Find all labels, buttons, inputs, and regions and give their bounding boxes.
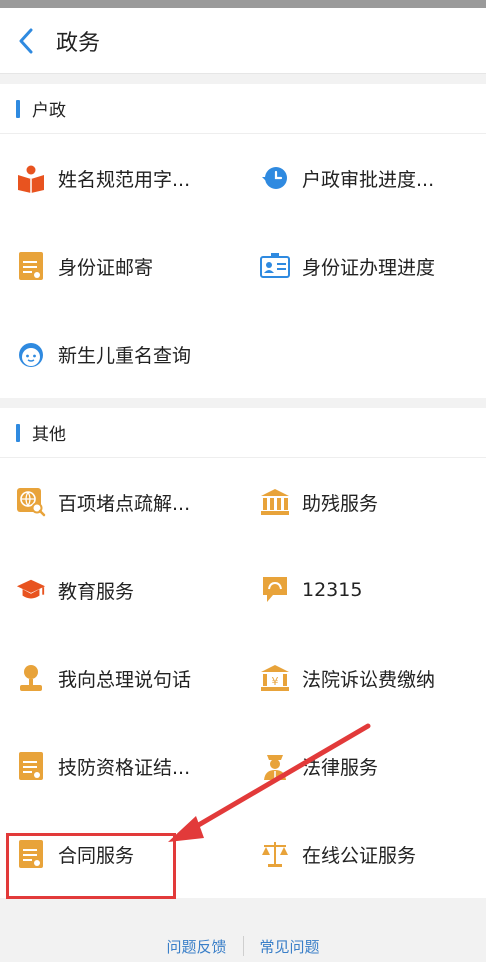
service-label: 身份证办理进度 — [302, 256, 436, 279]
section-header: 户政 — [0, 84, 486, 134]
service-label: 法院诉讼费缴纳 — [302, 668, 436, 691]
document-icon — [16, 251, 46, 281]
service-label: 百项堵点疏解... — [58, 492, 191, 515]
service-item-notary[interactable]: 在线公证服务 — [260, 810, 416, 898]
back-arrow-icon[interactable] — [6, 8, 46, 74]
service-label: 姓名规范用字... — [58, 168, 191, 191]
service-label: 教育服务 — [58, 580, 135, 603]
service-item-id-mail[interactable]: 身份证邮寄 — [16, 222, 153, 310]
book-person-icon — [16, 163, 46, 193]
id-card-icon — [260, 251, 290, 281]
service-label: 户政审批进度... — [302, 168, 435, 191]
service-item-bottleneck[interactable]: 百项堵点疏解... — [16, 458, 190, 546]
section-huzheng: 户政 姓名规范用字... 户政审批进度... 身份证邮寄 身份证办理进度 新生儿… — [0, 84, 486, 398]
law-officer-icon — [260, 751, 290, 781]
document-icon — [16, 751, 46, 781]
service-label: 我向总理说句话 — [58, 668, 192, 691]
service-item-disability[interactable]: 助残服务 — [260, 458, 378, 546]
service-item-name-standard[interactable]: 姓名规范用字... — [16, 134, 190, 222]
grid-row: 百项堵点疏解... 助残服务 — [0, 458, 486, 546]
service-label: 合同服务 — [58, 844, 135, 867]
service-item-legal[interactable]: 法律服务 — [260, 722, 378, 810]
section-other: 其他 百项堵点疏解... 助残服务 教育服务 12315 我向总理说句话 ¥ 法… — [0, 408, 486, 898]
status-bar — [0, 0, 486, 8]
section-accent-bar — [16, 99, 20, 118]
baby-face-icon — [16, 339, 46, 369]
footer-links: 问题反馈 常见问题 — [0, 930, 486, 962]
court-fee-icon: ¥ — [260, 663, 290, 693]
section-title: 户政 — [32, 101, 66, 121]
document-icon — [16, 839, 46, 869]
grid-row: 合同服务 在线公证服务 — [0, 810, 486, 898]
grid-row: 姓名规范用字... 户政审批进度... — [0, 134, 486, 222]
service-label: 在线公证服务 — [302, 844, 417, 867]
service-item-newborn-name[interactable]: 新生儿重名查询 — [16, 310, 191, 398]
service-item-premier-message[interactable]: 我向总理说句话 — [16, 634, 191, 722]
service-label: 技防资格证结... — [58, 756, 191, 779]
service-item-12315[interactable]: 12315 — [260, 546, 362, 634]
faq-link[interactable]: 常见问题 — [260, 936, 320, 957]
grid-row: 新生儿重名查询 — [0, 310, 486, 398]
service-label: 法律服务 — [302, 756, 379, 779]
clock-history-icon — [260, 163, 290, 193]
grid-row: 教育服务 12315 — [0, 546, 486, 634]
building-icon — [260, 487, 290, 517]
section-accent-bar — [16, 423, 20, 442]
service-item-security-cert[interactable]: 技防资格证结... — [16, 722, 190, 810]
service-item-approval-progress[interactable]: 户政审批进度... — [260, 134, 434, 222]
service-item-court-fee[interactable]: ¥ 法院诉讼费缴纳 — [260, 634, 435, 722]
section-header: 其他 — [0, 408, 486, 458]
service-label: 身份证邮寄 — [58, 256, 154, 279]
svg-text:¥: ¥ — [272, 675, 279, 688]
scales-icon — [260, 839, 290, 869]
section-title: 其他 — [32, 425, 66, 445]
footer-divider — [242, 936, 244, 956]
service-label: 助残服务 — [302, 492, 379, 515]
grid-row: 身份证邮寄 身份证办理进度 — [0, 222, 486, 310]
chat-bubble-icon — [260, 575, 290, 605]
grid-row: 我向总理说句话 ¥ 法院诉讼费缴纳 — [0, 634, 486, 722]
service-item-contract[interactable]: 合同服务 — [16, 810, 134, 898]
service-item-id-progress[interactable]: 身份证办理进度 — [260, 222, 435, 310]
search-globe-icon — [16, 487, 46, 517]
grid-row: 技防资格证结... 法律服务 — [0, 722, 486, 810]
microphone-person-icon — [16, 663, 46, 693]
graduation-cap-icon — [16, 575, 46, 605]
page-title: 政务 — [56, 30, 101, 56]
service-label: 新生儿重名查询 — [58, 344, 192, 367]
service-label: 12315 — [302, 579, 363, 601]
nav-bar: 政务 — [0, 8, 486, 74]
service-item-education[interactable]: 教育服务 — [16, 546, 134, 634]
feedback-link[interactable]: 问题反馈 — [166, 936, 226, 957]
